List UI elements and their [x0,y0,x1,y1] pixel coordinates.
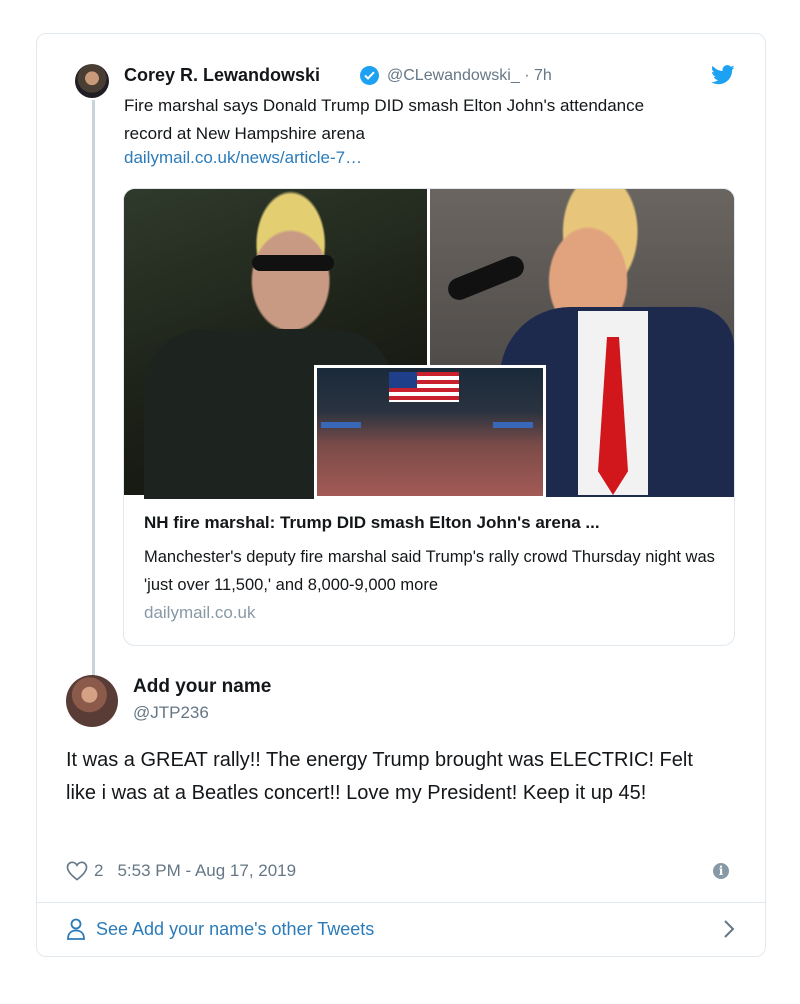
reply-author-handle[interactable]: @JTP236 [133,703,209,723]
link-card-domain: dailymail.co.uk [144,603,256,622]
tweet-meta-row: 2 5:53 PM - Aug 17, 2019 [66,860,296,882]
twitter-bird-icon[interactable] [711,64,735,86]
quoted-handle-text[interactable]: @CLewandowski_ [387,67,520,84]
thread-line [92,100,95,688]
reply-author-name[interactable]: Add your name [133,676,271,698]
like-count[interactable]: 2 [94,861,103,881]
link-card-description: Manchester's deputy fire marshal said Tr… [144,548,715,594]
quoted-tweet-link[interactable]: dailymail.co.uk/news/article-7… [124,148,362,168]
verified-badge-icon [360,66,379,85]
heart-icon[interactable] [66,861,88,881]
info-icon[interactable]: i [713,863,729,879]
footer-divider [37,902,765,903]
tweet-timestamp[interactable]: 5:53 PM - Aug 17, 2019 [117,861,296,881]
see-other-tweets-label[interactable]: See Add your name's other Tweets [96,919,374,940]
reply-author-avatar[interactable] [66,675,118,727]
quoted-author-handle[interactable]: @CLewandowski_ · 7h [387,67,552,85]
link-card-title: NH fire marshal: Trump DID smash Elton J… [144,513,600,532]
quoted-author-name[interactable]: Corey R. Lewandowski [124,65,320,86]
american-flag-icon [389,372,459,402]
see-other-tweets-link[interactable]: See Add your name's other Tweets [66,914,736,944]
chevron-right-icon[interactable] [722,918,736,940]
quoted-tweet-text: Fire marshal says Donald Trump DID smash… [124,96,645,143]
quoted-author-avatar[interactable] [75,64,109,98]
embedded-tweet-card: Corey R. Lewandowski @CLewandowski_ · 7h… [36,33,766,957]
quoted-time[interactable]: · 7h [520,67,552,84]
reply-tweet-text: It was a GREAT rally!! The energy Trump … [66,749,693,804]
arena-crowd-photo [314,365,546,499]
link-card-image[interactable] [124,189,734,499]
person-icon [67,918,85,940]
link-preview-card[interactable]: NH fire marshal: Trump DID smash Elton J… [123,188,735,646]
